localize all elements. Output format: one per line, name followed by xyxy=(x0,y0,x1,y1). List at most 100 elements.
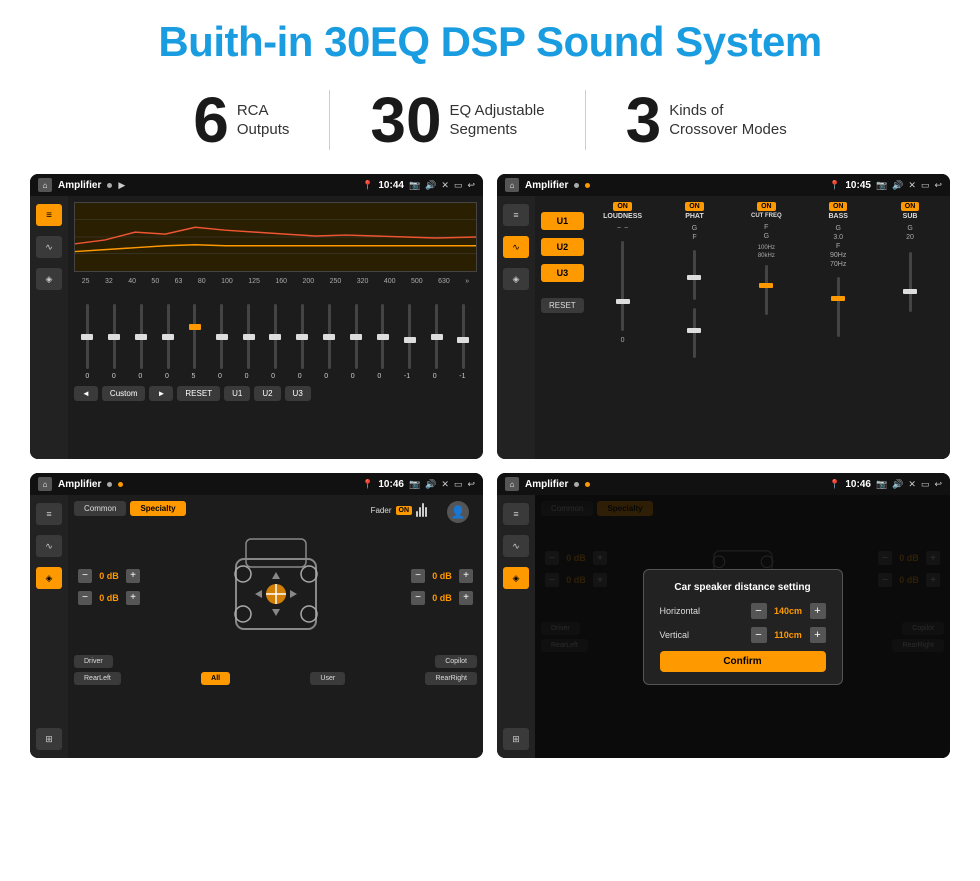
minus-fl[interactable]: − xyxy=(78,569,92,583)
eq-sliders xyxy=(74,289,477,369)
driver-btn[interactable]: Driver xyxy=(74,655,113,668)
u3-btn[interactable]: U3 xyxy=(285,386,311,401)
stats-row: 6 RCAOutputs 30 EQ AdjustableSegments 3 … xyxy=(30,88,950,152)
eq-btn-3[interactable]: ≡ xyxy=(36,503,62,525)
plus-rr[interactable]: + xyxy=(459,591,473,605)
home-icon-1[interactable]: ⌂ xyxy=(38,178,52,192)
user-btn[interactable]: User xyxy=(310,672,345,685)
slider-9[interactable] xyxy=(301,304,304,369)
slider-sub[interactable] xyxy=(909,252,912,312)
home-icon-4[interactable]: ⌂ xyxy=(505,477,519,491)
on-phat: ON xyxy=(685,202,704,211)
wave-btn-1[interactable]: ∿ xyxy=(36,236,62,258)
stat-crossover: 3 Kinds ofCrossover Modes xyxy=(586,88,827,152)
vertical-value: 110cm xyxy=(771,630,806,640)
slider-cutfreq[interactable] xyxy=(765,265,768,315)
fader-on-badge: ON xyxy=(396,506,413,515)
on-bass: ON xyxy=(829,202,848,211)
play-btn[interactable]: ► xyxy=(149,386,173,401)
freq-labels: 2532405063 80100125160200 25032040050063… xyxy=(74,278,477,285)
status-bar-1: ⌂ Amplifier ▶ 📍 10:44 📷 🔊 ✕ ▭ ↩ xyxy=(30,174,483,196)
slider-bass[interactable] xyxy=(837,277,840,337)
slider-6[interactable] xyxy=(220,304,223,369)
u2-btn[interactable]: U2 xyxy=(254,386,280,401)
vol-rl: − 0 dB + xyxy=(78,591,140,605)
wave-btn-4[interactable]: ∿ xyxy=(503,535,529,557)
plus-fl[interactable]: + xyxy=(126,569,140,583)
slider-5[interactable] xyxy=(193,304,196,369)
amp-content: U1 U2 U3 RESET ON LOUDNESS ~ xyxy=(541,202,944,362)
dsp-reset-btn[interactable]: RESET xyxy=(541,298,584,313)
reset-btn[interactable]: RESET xyxy=(177,386,220,401)
slider-11[interactable] xyxy=(355,304,358,369)
slider-8[interactable] xyxy=(274,304,277,369)
custom-btn[interactable]: Custom xyxy=(102,386,146,401)
all-btn[interactable]: All xyxy=(201,672,230,685)
eq-values: 00005 00000 00-10-1 xyxy=(74,373,477,380)
wave-btn-2[interactable]: ∿ xyxy=(503,236,529,258)
ch-loudness: ON LOUDNESS ~ ~ 0 xyxy=(589,202,657,362)
u1-preset[interactable]: U1 xyxy=(541,212,584,230)
vertical-plus[interactable]: + xyxy=(810,627,826,643)
nav-buttons-3: Driver Copilot xyxy=(74,655,477,668)
copilot-btn[interactable]: Copilot xyxy=(435,655,477,668)
minus-fr[interactable]: − xyxy=(411,569,425,583)
plus-rl[interactable]: + xyxy=(126,591,140,605)
horizontal-row: Horizontal − 140cm + xyxy=(660,603,826,619)
slider-3[interactable] xyxy=(140,304,143,369)
ch-bass: ON BASS G 3.0 F 90Hz 70Hz xyxy=(804,202,872,362)
u-buttons: U1 U2 U3 RESET xyxy=(541,202,584,362)
vol-rr: − 0 dB + xyxy=(411,591,473,605)
eq-btn-1[interactable]: ≡ xyxy=(36,204,62,226)
ch-name-phat: PHAT xyxy=(685,213,704,220)
specialty-tab-3[interactable]: Specialty xyxy=(130,501,185,516)
eq-btn-2[interactable]: ≡ xyxy=(503,204,529,226)
slider-13[interactable] xyxy=(408,304,411,369)
horizontal-plus[interactable]: + xyxy=(810,603,826,619)
screen-body-4: ≡ ∿ ◈ ⊞ Common Specialty −0 dB+ xyxy=(497,495,950,758)
confirm-button[interactable]: Confirm xyxy=(660,651,826,672)
slider-10[interactable] xyxy=(328,304,331,369)
u3-preset[interactable]: U3 xyxy=(541,264,584,282)
speaker-btn-2[interactable]: ◈ xyxy=(503,268,529,290)
fader-bars xyxy=(416,503,427,517)
home-icon-2[interactable]: ⌂ xyxy=(505,178,519,192)
slider-4[interactable] xyxy=(167,304,170,369)
person-icon-3: 👤 xyxy=(447,501,469,523)
speaker-btn-3[interactable]: ◈ xyxy=(36,567,62,589)
common-tab-3[interactable]: Common xyxy=(74,501,126,516)
slider-7[interactable] xyxy=(247,304,250,369)
horizontal-minus[interactable]: − xyxy=(751,603,767,619)
prev-btn[interactable]: ◄ xyxy=(74,386,98,401)
vertical-minus[interactable]: − xyxy=(751,627,767,643)
expand-btn-4[interactable]: ⊞ xyxy=(503,728,529,750)
slider-14[interactable] xyxy=(435,304,438,369)
plus-fr[interactable]: + xyxy=(459,569,473,583)
slider-phat-f[interactable] xyxy=(693,308,696,358)
wave-btn-3[interactable]: ∿ xyxy=(36,535,62,557)
speaker-btn-4[interactable]: ◈ xyxy=(503,567,529,589)
dialog-overlay: Car speaker distance setting Horizontal … xyxy=(535,495,950,758)
screen-title-1: Amplifier xyxy=(58,180,101,191)
eq-btn-4[interactable]: ≡ xyxy=(503,503,529,525)
slider-phat-g[interactable] xyxy=(693,250,696,300)
status-right-1: 📍 10:44 📷 🔊 ✕ ▭ ↩ xyxy=(362,180,475,191)
dot-orange-4 xyxy=(585,482,590,487)
u2-preset[interactable]: U2 xyxy=(541,238,584,256)
minus-rl[interactable]: − xyxy=(78,591,92,605)
on-loudness: ON xyxy=(613,202,632,211)
speaker-btn-1[interactable]: ◈ xyxy=(36,268,62,290)
u1-btn[interactable]: U1 xyxy=(224,386,250,401)
home-icon-3[interactable]: ⌂ xyxy=(38,477,52,491)
slider-1[interactable] xyxy=(86,304,89,369)
expand-btn-3[interactable]: ⊞ xyxy=(36,728,62,750)
rearleft-btn[interactable]: RearLeft xyxy=(74,672,121,685)
slider-loudness[interactable] xyxy=(621,241,624,331)
rearright-btn[interactable]: RearRight xyxy=(425,672,477,685)
val-fr: 0 dB xyxy=(428,571,456,581)
dot-4 xyxy=(574,482,579,487)
slider-15[interactable] xyxy=(462,304,465,369)
slider-2[interactable] xyxy=(113,304,116,369)
minus-rr[interactable]: − xyxy=(411,591,425,605)
slider-12[interactable] xyxy=(381,304,384,369)
